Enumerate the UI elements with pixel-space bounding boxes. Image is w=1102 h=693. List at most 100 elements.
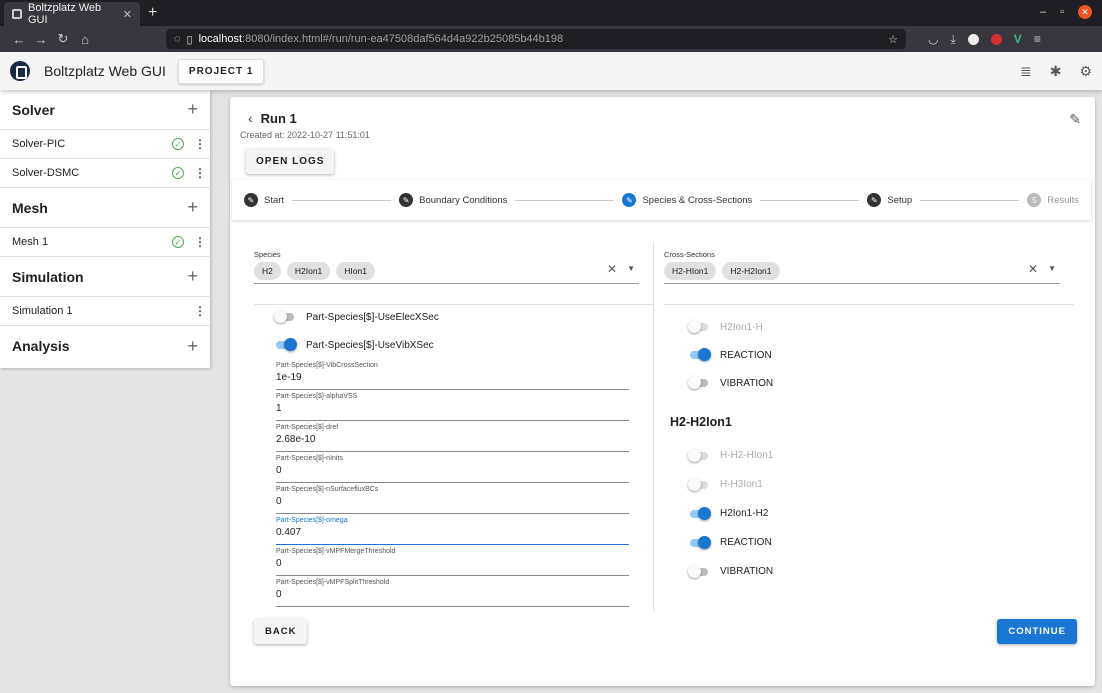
toggle-reaction[interactable]: REACTION bbox=[690, 341, 1074, 369]
sidebar-item-solver-dsmc[interactable]: Solver-DSMC ✓ ⋮ bbox=[0, 159, 210, 188]
more-vert-icon[interactable]: ⋮ bbox=[194, 166, 206, 180]
more-vert-icon[interactable]: ⋮ bbox=[194, 304, 206, 318]
field-value[interactable]: 2.68e-10 bbox=[276, 434, 629, 445]
ninits-field[interactable]: Part-Species[$]-nInits 0 bbox=[276, 452, 629, 483]
database-icon[interactable]: ≣ bbox=[1020, 63, 1032, 80]
new-tab-icon[interactable]: + bbox=[148, 4, 157, 22]
step-species-cross-sections[interactable]: ✎ Species & Cross-Sections bbox=[622, 193, 752, 207]
add-analysis-icon[interactable]: + bbox=[187, 336, 198, 357]
edit-pencil-icon[interactable]: ✎ bbox=[1069, 111, 1081, 128]
species-select[interactable]: Species H2 H2Ion1 HIon1 ✕ ▼ bbox=[254, 242, 639, 284]
open-logs-button[interactable]: OPEN LOGS bbox=[246, 149, 335, 174]
switch[interactable] bbox=[688, 477, 708, 491]
vmpf-split-threshold-field[interactable]: Part-Species[$]-vMPFSplitThreshold 0 bbox=[276, 576, 629, 607]
favicon-icon bbox=[12, 9, 22, 19]
continue-button[interactable]: CONTINUE bbox=[997, 619, 1077, 644]
cross-section-chip[interactable]: H2-HIon1 bbox=[664, 262, 717, 280]
vue-devtools-icon[interactable]: V bbox=[1014, 32, 1022, 46]
browser-navbar: ← → ↻ ⌂ ◌ ▯ localhost :8080/index.html#/… bbox=[0, 26, 1102, 52]
back-arrow-icon[interactable]: ← bbox=[8, 32, 30, 47]
dropdown-arrow-icon[interactable]: ▼ bbox=[627, 264, 635, 273]
step-setup[interactable]: ✎ Setup bbox=[867, 193, 912, 207]
field-value[interactable]: 1 bbox=[276, 403, 629, 414]
switch[interactable] bbox=[688, 320, 708, 333]
bookmark-star-icon[interactable]: ☆ bbox=[888, 33, 898, 46]
switch[interactable] bbox=[690, 535, 711, 549]
species-chip[interactable]: H2Ion1 bbox=[286, 262, 331, 280]
minimize-icon[interactable]: – bbox=[1040, 6, 1046, 18]
ublock-icon[interactable] bbox=[990, 33, 1002, 45]
account-icon[interactable] bbox=[967, 33, 979, 45]
sidebar-item-solver-pic[interactable]: Solver-PIC ✓ ⋮ bbox=[0, 130, 210, 159]
bug-icon[interactable]: ✱ bbox=[1050, 63, 1062, 80]
switch[interactable] bbox=[274, 310, 294, 323]
url-bar[interactable]: ◌ ▯ localhost :8080/index.html#/run/run-… bbox=[166, 29, 906, 49]
more-vert-icon[interactable]: ⋮ bbox=[194, 137, 206, 151]
alpha-vss-field[interactable]: Part-Species[$]-alphaVSS 1 bbox=[276, 390, 629, 421]
toggle-vibration[interactable]: VIBRATION bbox=[688, 557, 1074, 586]
more-vert-icon[interactable]: ⋮ bbox=[194, 235, 206, 249]
close-tab-icon[interactable]: ✕ bbox=[123, 8, 132, 21]
species-chip[interactable]: HIon1 bbox=[336, 262, 375, 280]
add-mesh-icon[interactable]: + bbox=[187, 197, 198, 218]
toggle-use-vib-xsec[interactable]: Part-Species[$]-UseVibXSec bbox=[276, 331, 653, 359]
step-results[interactable]: 5 Results bbox=[1027, 193, 1079, 207]
step-boundary-conditions[interactable]: ✎ Boundary Conditions bbox=[399, 193, 507, 207]
switch[interactable] bbox=[276, 338, 297, 351]
cross-section-chip[interactable]: H2-H2Ion1 bbox=[722, 262, 780, 280]
nsurfaceflux-bcs-field[interactable]: Part-Species[$]-nSurfacefluxBCs 0 bbox=[276, 483, 629, 514]
vib-cross-section-field[interactable]: Part-Species[$]-VibCrossSection 1e-19 bbox=[276, 359, 629, 390]
sidebar-item-simulation-1[interactable]: Simulation 1 ⋮ bbox=[0, 297, 210, 326]
toggle-use-elec-xsec[interactable]: Part-Species[$]-UseElecXSec bbox=[274, 303, 653, 331]
species-chip[interactable]: H2 bbox=[254, 262, 281, 280]
project-button[interactable]: PROJECT 1 bbox=[177, 58, 265, 84]
chevron-left-icon[interactable]: ‹ bbox=[248, 110, 253, 126]
reload-icon[interactable]: ↻ bbox=[52, 31, 74, 47]
cross-sections-select[interactable]: Cross-Sections H2-HIon1 H2-H2Ion1 ✕ ▼ bbox=[664, 242, 1060, 284]
check-circle-icon: ✓ bbox=[172, 138, 184, 150]
browser-tab[interactable]: Boltzplatz Web GUI ✕ bbox=[4, 2, 140, 26]
switch[interactable] bbox=[688, 448, 708, 462]
field-value[interactable]: 1e-19 bbox=[276, 372, 629, 383]
sidebar-item-label: Mesh 1 bbox=[12, 236, 49, 248]
vmpf-merge-threshold-field[interactable]: Part-Species[$]-vMPFMergeThreshold 0 bbox=[276, 545, 629, 576]
switch[interactable] bbox=[688, 564, 708, 578]
toggle-label: Part-Species[$]-UseElecXSec bbox=[306, 311, 439, 323]
sidebar-item-label: Solver-PIC bbox=[12, 138, 66, 150]
clear-icon[interactable]: ✕ bbox=[607, 262, 617, 276]
home-icon[interactable]: ⌂ bbox=[74, 32, 96, 47]
switch[interactable] bbox=[690, 506, 711, 520]
dref-field[interactable]: Part-Species[$]-dref 2.68e-10 bbox=[276, 421, 629, 452]
dropdown-arrow-icon[interactable]: ▼ bbox=[1048, 264, 1056, 273]
toggle-h-h3ion1[interactable]: H-H3Ion1 bbox=[688, 470, 1074, 499]
window-close-icon[interactable]: ✕ bbox=[1078, 5, 1092, 19]
field-value[interactable]: 0.407 bbox=[276, 527, 629, 538]
download-icon[interactable]: ⤓ bbox=[950, 32, 955, 47]
clear-icon[interactable]: ✕ bbox=[1028, 262, 1038, 276]
toggle-h2ion1-h[interactable]: H2Ion1-H bbox=[688, 313, 1074, 341]
switch[interactable] bbox=[690, 348, 711, 361]
sidebar-item-mesh-1[interactable]: Mesh 1 ✓ ⋮ bbox=[0, 228, 210, 257]
back-button[interactable]: BACK bbox=[254, 619, 308, 644]
pocket-icon[interactable]: ◡ bbox=[928, 32, 938, 46]
field-value[interactable]: 0 bbox=[276, 558, 629, 569]
toggle-h2ion1-h2[interactable]: H2Ion1-H2 bbox=[690, 499, 1074, 528]
toggle-reaction[interactable]: REACTION bbox=[690, 528, 1074, 557]
field-value[interactable]: 0 bbox=[276, 496, 629, 507]
species-label: Species bbox=[254, 250, 281, 259]
add-solver-icon[interactable]: + bbox=[187, 99, 198, 120]
toggle-h-h2-hion1[interactable]: H-H2-HIon1 bbox=[688, 441, 1074, 470]
maximize-icon[interactable]: ▫ bbox=[1060, 6, 1064, 18]
forward-arrow-icon[interactable]: → bbox=[30, 32, 52, 47]
toggle-vibration[interactable]: VIBRATION bbox=[688, 369, 1074, 397]
settings-gear-icon[interactable]: ⚙ bbox=[1079, 63, 1092, 80]
field-value[interactable]: 0 bbox=[276, 589, 629, 600]
step-start[interactable]: ✎ Start bbox=[244, 193, 284, 207]
switch[interactable] bbox=[688, 376, 708, 389]
field-label: Part-Species[$]-vMPFSplitThreshold bbox=[276, 579, 390, 586]
sidebar-item-label: Solver-DSMC bbox=[12, 167, 80, 179]
menu-icon[interactable]: ≡ bbox=[1034, 32, 1041, 46]
omega-field[interactable]: Part-Species[$]-omega 0.407 bbox=[276, 514, 629, 545]
add-simulation-icon[interactable]: + bbox=[187, 266, 198, 287]
field-value[interactable]: 0 bbox=[276, 465, 629, 476]
